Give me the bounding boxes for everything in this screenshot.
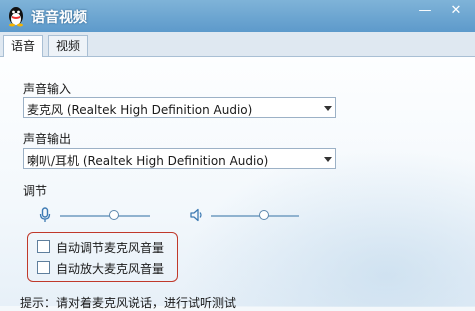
audio-input-value: 麦克风 (Realtek High Definition Audio) <box>27 103 253 117</box>
close-button[interactable]: ✕ <box>443 2 469 20</box>
auto-boost-mic-label: 自动放大麦克风音量 <box>56 262 165 276</box>
title-bar: 语音视频 — ✕ <box>0 0 475 32</box>
audio-output-value: 喇叭/耳机 (Realtek High Definition Audio) <box>27 154 269 168</box>
qq-penguin-icon <box>9 7 23 27</box>
audio-output-select[interactable]: 喇叭/耳机 (Realtek High Definition Audio) <box>23 148 336 169</box>
chevron-down-icon <box>324 106 332 111</box>
speaker-volume-track[interactable] <box>211 215 299 217</box>
test-hint-text: 提示：请对着麦克风说话，进行试听测试 <box>20 296 237 310</box>
minimize-button[interactable]: — <box>412 2 438 20</box>
auto-adjust-mic-checkbox[interactable] <box>37 240 50 253</box>
mic-volume-thumb[interactable] <box>109 210 119 220</box>
speaker-volume-thumb[interactable] <box>258 210 269 220</box>
chevron-down-icon <box>324 157 332 162</box>
auto-boost-mic-checkbox[interactable] <box>37 261 50 274</box>
window-title: 语音视频 <box>31 10 87 26</box>
adjust-label: 调节 <box>23 184 48 198</box>
speaker-icon <box>190 208 202 222</box>
microphone-icon <box>39 207 51 222</box>
audio-input-select[interactable]: 麦克风 (Realtek High Definition Audio) <box>23 97 336 118</box>
background-decoration <box>180 147 475 307</box>
auto-adjust-mic-label: 自动调节麦克风音量 <box>56 241 165 255</box>
tab-bar: 语音 视频 <box>0 32 475 57</box>
audio-input-label: 声音输入 <box>23 82 72 96</box>
tab-voice[interactable]: 语音 <box>3 35 44 57</box>
tab-video[interactable]: 视频 <box>48 35 89 56</box>
audio-output-label: 声音输出 <box>23 132 72 146</box>
mic-volume-track[interactable] <box>60 215 150 217</box>
